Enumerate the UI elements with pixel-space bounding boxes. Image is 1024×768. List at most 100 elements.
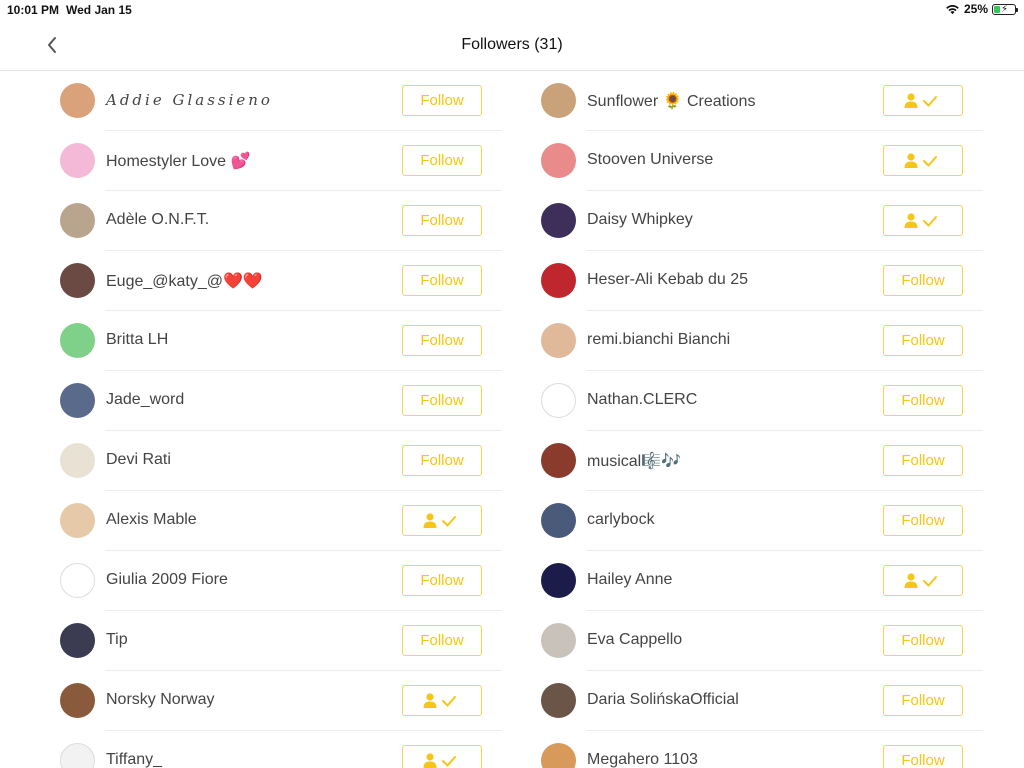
follower-name[interactable]: Sunflower 🌻 Creations: [587, 91, 755, 111]
follower-name[interactable]: Nathan.CLERC: [587, 391, 697, 409]
avatar[interactable]: [541, 383, 576, 418]
follow-button[interactable]: Follow: [883, 325, 963, 356]
follower-row[interactable]: Nathan.CLERC Follow: [541, 371, 983, 431]
avatar[interactable]: [541, 263, 576, 298]
follow-button[interactable]: Follow: [402, 265, 482, 296]
follower-name[interactable]: Hailey Anne: [587, 571, 672, 589]
follower-row[interactable]: Stooven Universe: [541, 131, 983, 191]
follower-name[interactable]: Devi Rati: [106, 451, 171, 469]
avatar[interactable]: [60, 83, 95, 118]
follower-row[interactable]: Sunflower 🌻 Creations: [541, 71, 983, 131]
follow-button[interactable]: Follow: [883, 505, 963, 536]
follower-row[interactable]: Eva Cappello Follow: [541, 611, 983, 671]
avatar[interactable]: [60, 263, 95, 298]
following-button[interactable]: [402, 685, 482, 716]
follower-row[interactable]: Norsky Norway: [60, 671, 502, 731]
follower-row[interactable]: Addie Glassieno Follow: [60, 71, 502, 131]
following-button[interactable]: [883, 205, 963, 236]
follower-row[interactable]: Adèle O.N.F.T. Follow: [60, 191, 502, 251]
follow-button[interactable]: Follow: [883, 385, 963, 416]
follower-name[interactable]: Megahero 1103: [587, 751, 698, 768]
following-button[interactable]: [883, 145, 963, 176]
following-button[interactable]: [883, 565, 963, 596]
follower-row[interactable]: musical🎼🎶 Follow: [541, 431, 983, 491]
follower-name[interactable]: remi.bianchi Bianchi: [587, 331, 730, 349]
follower-row[interactable]: Jade_word Follow: [60, 371, 502, 431]
avatar[interactable]: [541, 503, 576, 538]
avatar[interactable]: [541, 743, 576, 768]
status-bar: 10:01 PM Wed Jan 15 25% ⚡: [0, 0, 1024, 20]
follower-row[interactable]: carlybock Follow: [541, 491, 983, 551]
follower-name[interactable]: Addie Glassieno: [106, 91, 273, 109]
avatar[interactable]: [541, 623, 576, 658]
avatar[interactable]: [541, 563, 576, 598]
follower-name[interactable]: Heser-Ali Kebab du 25: [587, 271, 748, 289]
follower-name[interactable]: Norsky Norway: [106, 691, 214, 709]
follower-name[interactable]: Homestyler Love 💕: [106, 151, 250, 171]
follower-name[interactable]: Giulia 2009 Fiore: [106, 571, 228, 589]
following-button[interactable]: [402, 745, 482, 768]
follower-name[interactable]: carlybock: [587, 511, 655, 529]
follow-button[interactable]: Follow: [402, 85, 482, 116]
avatar[interactable]: [60, 443, 95, 478]
avatar[interactable]: [541, 443, 576, 478]
avatar[interactable]: [60, 383, 95, 418]
follow-button[interactable]: Follow: [402, 565, 482, 596]
follower-name[interactable]: Tiffany_: [106, 751, 162, 768]
avatar[interactable]: [60, 323, 95, 358]
follower-row[interactable]: Euge_@katy_@❤️❤️ Follow: [60, 251, 502, 311]
follower-name[interactable]: musical🎼🎶: [587, 451, 681, 471]
follower-name[interactable]: Eva Cappello: [587, 631, 682, 649]
follower-row[interactable]: Britta LH Follow: [60, 311, 502, 371]
follower-row[interactable]: Alexis Mable: [60, 491, 502, 551]
follower-row[interactable]: Hailey Anne: [541, 551, 983, 611]
follower-row[interactable]: Homestyler Love 💕 Follow: [60, 131, 502, 191]
follower-row[interactable]: Daria SolińskaOfficial Follow: [541, 671, 983, 731]
following-button[interactable]: [883, 85, 963, 116]
avatar[interactable]: [541, 323, 576, 358]
follower-name[interactable]: Jade_word: [106, 391, 184, 409]
follow-button[interactable]: Follow: [883, 445, 963, 476]
follow-button[interactable]: Follow: [883, 265, 963, 296]
follow-button[interactable]: Follow: [402, 145, 482, 176]
following-button[interactable]: [402, 505, 482, 536]
follow-button[interactable]: Follow: [402, 385, 482, 416]
avatar[interactable]: [541, 143, 576, 178]
follower-row[interactable]: Giulia 2009 Fiore Follow: [60, 551, 502, 611]
avatar[interactable]: [60, 203, 95, 238]
avatar[interactable]: [60, 623, 95, 658]
follower-name[interactable]: Britta LH: [106, 331, 168, 349]
followers-list[interactable]: Addie Glassieno Follow Homestyler Love 💕 Fo…: [0, 71, 1024, 768]
follower-row[interactable]: Heser-Ali Kebab du 25 Follow: [541, 251, 983, 311]
follower-name[interactable]: Alexis Mable: [106, 511, 197, 529]
follower-row[interactable]: remi.bianchi Bianchi Follow: [541, 311, 983, 371]
follow-button[interactable]: Follow: [883, 745, 963, 768]
avatar[interactable]: [541, 83, 576, 118]
follow-button-label: Follow: [901, 392, 945, 409]
follow-button[interactable]: Follow: [402, 325, 482, 356]
avatar[interactable]: [60, 743, 95, 768]
follow-button-label: Follow: [420, 212, 464, 229]
follower-row[interactable]: Tiffany_: [60, 731, 502, 768]
follower-name[interactable]: Daisy Whipkey: [587, 211, 693, 229]
avatar[interactable]: [60, 503, 95, 538]
follower-row[interactable]: Devi Rati Follow: [60, 431, 502, 491]
follower-name[interactable]: Tip: [106, 631, 128, 649]
follow-button[interactable]: Follow: [883, 625, 963, 656]
avatar[interactable]: [541, 683, 576, 718]
follower-name[interactable]: Adèle O.N.F.T.: [106, 211, 209, 229]
follow-button[interactable]: Follow: [402, 445, 482, 476]
follower-name[interactable]: Daria SolińskaOfficial: [587, 691, 739, 709]
follower-row[interactable]: Tip Follow: [60, 611, 502, 671]
follow-button[interactable]: Follow: [402, 625, 482, 656]
follower-row[interactable]: Megahero 1103 Follow: [541, 731, 983, 768]
avatar[interactable]: [60, 563, 95, 598]
follower-row[interactable]: Daisy Whipkey: [541, 191, 983, 251]
follow-button[interactable]: Follow: [883, 685, 963, 716]
avatar[interactable]: [541, 203, 576, 238]
follow-button[interactable]: Follow: [402, 205, 482, 236]
avatar[interactable]: [60, 683, 95, 718]
avatar[interactable]: [60, 143, 95, 178]
follower-name[interactable]: Euge_@katy_@❤️❤️: [106, 271, 263, 291]
follower-name[interactable]: Stooven Universe: [587, 151, 713, 169]
